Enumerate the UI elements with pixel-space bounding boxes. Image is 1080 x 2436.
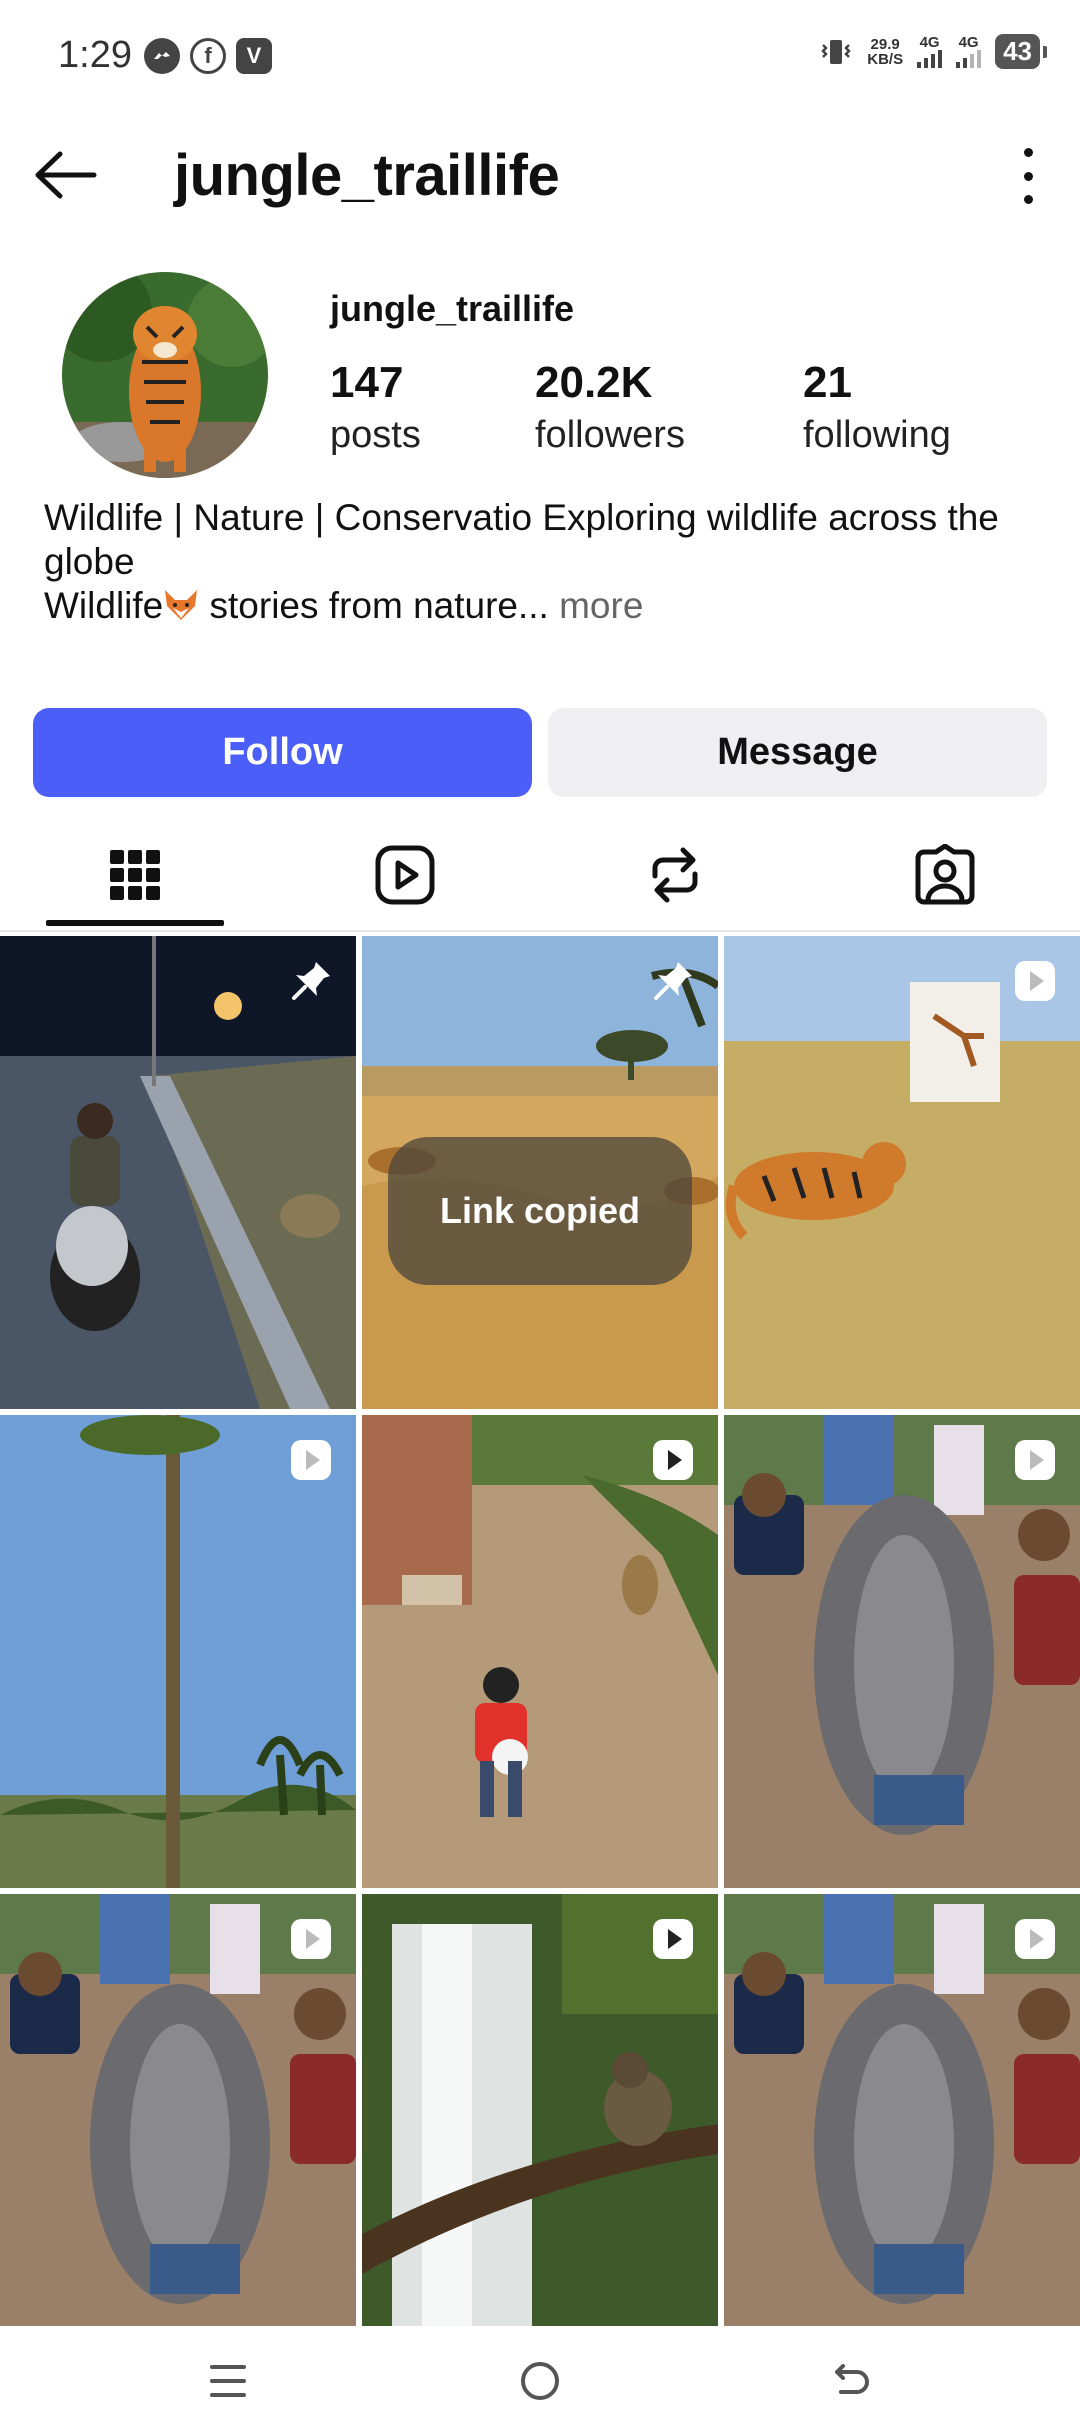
tagged-icon xyxy=(915,844,975,905)
grid-icon xyxy=(110,850,160,900)
battery-indicator: 43 xyxy=(995,34,1047,69)
messenger-icon xyxy=(144,38,180,74)
signal-1: 4G xyxy=(917,35,943,68)
post-thumbnail-9[interactable] xyxy=(724,1894,1080,2326)
bio-line: Wildlife stories from nature... more xyxy=(44,585,644,626)
reel-icon xyxy=(1012,958,1058,1004)
followers-label: followers xyxy=(535,414,685,456)
fox-emoji xyxy=(163,588,199,622)
following-label: following xyxy=(803,414,951,456)
post-thumbnail-6[interactable] xyxy=(724,1415,1080,1888)
bio-more-link[interactable]: more xyxy=(549,585,643,626)
reel-icon xyxy=(288,1437,334,1483)
home-icon[interactable] xyxy=(500,2348,580,2414)
reposts-icon xyxy=(652,847,698,903)
signal-bars-icon xyxy=(917,49,943,68)
kebab-menu-icon[interactable] xyxy=(1018,148,1038,204)
divider xyxy=(0,930,1080,932)
followers-count: 20.2K xyxy=(535,358,653,407)
network-speed: 29.9 KB/S xyxy=(867,35,904,68)
followers-stat[interactable]: 20.2K followers xyxy=(535,358,685,462)
bio-line: globe xyxy=(44,541,135,582)
follow-button[interactable]: Follow xyxy=(33,708,532,797)
profile-tabs xyxy=(0,820,1080,930)
post-thumbnail-1[interactable] xyxy=(0,936,356,1409)
toast-notification: Link copied xyxy=(388,1137,692,1285)
posts-count: 147 xyxy=(330,358,404,407)
following-count: 21 xyxy=(803,358,852,407)
tab-grid[interactable] xyxy=(0,820,270,930)
signal-2: 4G xyxy=(956,35,982,68)
posts-stat[interactable]: 147 posts xyxy=(330,358,421,462)
system-nav-bar xyxy=(0,2326,1080,2436)
post-thumbnail-4[interactable] xyxy=(0,1415,356,1888)
tab-tagged[interactable] xyxy=(810,820,1080,930)
status-time: 1:29 xyxy=(58,34,132,76)
post-thumbnail-8[interactable] xyxy=(362,1894,718,2326)
pin-icon xyxy=(650,958,696,1004)
page-title: jungle_traillife xyxy=(174,143,560,208)
post-thumbnail-7[interactable] xyxy=(0,1894,356,2326)
arrow-left-icon[interactable] xyxy=(32,150,98,200)
recent-apps-icon[interactable] xyxy=(188,2348,268,2414)
v-app-icon: V xyxy=(236,38,272,74)
tab-reels[interactable] xyxy=(270,820,540,930)
post-thumbnail-3[interactable] xyxy=(724,936,1080,1409)
profile-username: jungle_traillife xyxy=(330,288,575,329)
vibrate-icon xyxy=(821,39,852,64)
following-stat[interactable]: 21 following xyxy=(803,358,951,462)
active-tab-indicator xyxy=(46,920,224,926)
profile-bio: Wildlife | Nature | Conservatio Explorin… xyxy=(44,496,1034,628)
reel-icon xyxy=(650,1437,696,1483)
post-thumbnail-5[interactable] xyxy=(362,1415,718,1888)
status-bar: 1:29 f V 29.9 KB/S 4G 4G 43 xyxy=(0,0,1080,110)
reel-icon xyxy=(1012,1916,1058,1962)
tab-reposts[interactable] xyxy=(540,820,810,930)
avatar[interactable] xyxy=(62,272,268,478)
bio-line: Wildlife | Nature | Conservatio Explorin… xyxy=(44,497,999,538)
pin-icon xyxy=(288,958,334,1004)
reel-icon xyxy=(1012,1437,1058,1483)
signal-bars-icon xyxy=(956,49,982,68)
profile-header: jungle_traillife xyxy=(0,130,1080,220)
posts-label: posts xyxy=(330,414,421,456)
back-nav-icon[interactable] xyxy=(812,2348,892,2414)
reels-icon xyxy=(375,845,435,905)
reel-icon xyxy=(650,1916,696,1962)
message-button[interactable]: Message xyxy=(548,708,1047,797)
facebook-icon: f xyxy=(190,38,226,74)
reel-icon xyxy=(288,1916,334,1962)
